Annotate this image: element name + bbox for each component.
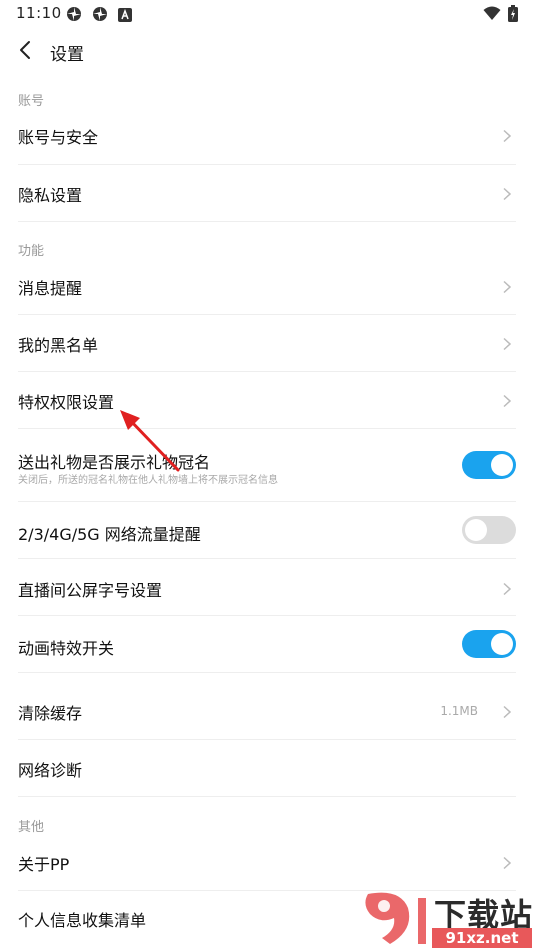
settings-item-label: 特权权限设置 — [18, 393, 115, 412]
settings-item-label: 网络诊断 — [18, 761, 83, 780]
section-title-other: 其他 — [18, 820, 45, 835]
divider — [18, 672, 516, 673]
settings-item-label: 隐私设置 — [18, 186, 83, 205]
toggle-knob — [465, 519, 487, 541]
settings-item-label: 关于PP — [18, 855, 70, 874]
settings-item-font-size[interactable]: 直播间公屏字号设置 — [0, 559, 534, 615]
network-traffic-toggle[interactable] — [462, 516, 516, 544]
chevron-right-icon — [500, 336, 514, 351]
pinwheel-icon — [66, 6, 82, 26]
watermark-domain: 91xz.net — [432, 928, 532, 948]
toggle-knob — [491, 633, 513, 655]
settings-item-animation: 动画特效开关 — [0, 616, 534, 672]
section-title-features: 功能 — [18, 244, 45, 259]
divider — [18, 221, 516, 222]
animation-toggle[interactable] — [462, 630, 516, 658]
settings-item-label: 清除缓存 — [18, 704, 83, 723]
settings-item-subtitle: 关闭后，所送的冠名礼物在他人礼物墙上将不展示冠名信息 — [18, 475, 278, 486]
settings-item-label: 我的黑名单 — [18, 336, 99, 355]
settings-item-label: 账号与安全 — [18, 128, 99, 147]
battery-charging-icon — [508, 5, 518, 26]
chevron-right-icon — [500, 393, 514, 408]
settings-item-label: 个人信息收集清单 — [18, 911, 147, 930]
settings-item-label: 2/3/4G/5G 网络流量提醒 — [18, 525, 201, 544]
chevron-right-icon — [500, 704, 514, 719]
toggle-knob — [491, 454, 513, 476]
cache-size-value: 1.1MB — [440, 704, 478, 718]
chevron-right-icon — [500, 581, 514, 596]
status-time: 11:10 — [16, 4, 62, 22]
watermark-logo: 下载站 91xz.net — [360, 888, 534, 950]
settings-item-label: 动画特效开关 — [18, 639, 115, 658]
settings-item-privacy[interactable]: 隐私设置 — [0, 165, 534, 221]
settings-item-network-diagnosis[interactable]: 网络诊断 — [0, 740, 534, 796]
chevron-right-icon — [500, 279, 514, 294]
settings-item-clear-cache[interactable]: 清除缓存 1.1MB — [0, 683, 534, 739]
settings-item-message-reminder[interactable]: 消息提醒 — [0, 258, 534, 314]
settings-item-blacklist[interactable]: 我的黑名单 — [0, 315, 534, 371]
settings-item-label: 送出礼物是否展示礼物冠名 — [18, 453, 211, 472]
status-bar: 11:10 — [0, 0, 534, 28]
settings-item-about[interactable]: 关于PP — [0, 834, 534, 890]
a-notification-icon — [118, 7, 132, 26]
header: 设置 — [0, 28, 534, 76]
page-title: 设置 — [50, 45, 84, 65]
chevron-right-icon — [500, 186, 514, 201]
gift-naming-toggle[interactable] — [462, 451, 516, 479]
pinwheel-icon — [92, 6, 108, 26]
settings-item-account-security[interactable]: 账号与安全 — [0, 106, 534, 164]
settings-item-network-traffic: 2/3/4G/5G 网络流量提醒 — [0, 502, 534, 558]
chevron-right-icon — [500, 128, 514, 143]
settings-item-label: 消息提醒 — [18, 279, 83, 298]
divider — [18, 796, 516, 797]
settings-item-gift-naming: 送出礼物是否展示礼物冠名 关闭后，所送的冠名礼物在他人礼物墙上将不展示冠名信息 — [0, 429, 534, 501]
wifi-icon — [483, 6, 501, 25]
chevron-right-icon — [500, 855, 514, 870]
settings-item-privilege-permissions[interactable]: 特权权限设置 — [0, 372, 534, 428]
settings-item-label: 直播间公屏字号设置 — [18, 581, 163, 600]
back-arrow-icon[interactable] — [14, 38, 38, 62]
